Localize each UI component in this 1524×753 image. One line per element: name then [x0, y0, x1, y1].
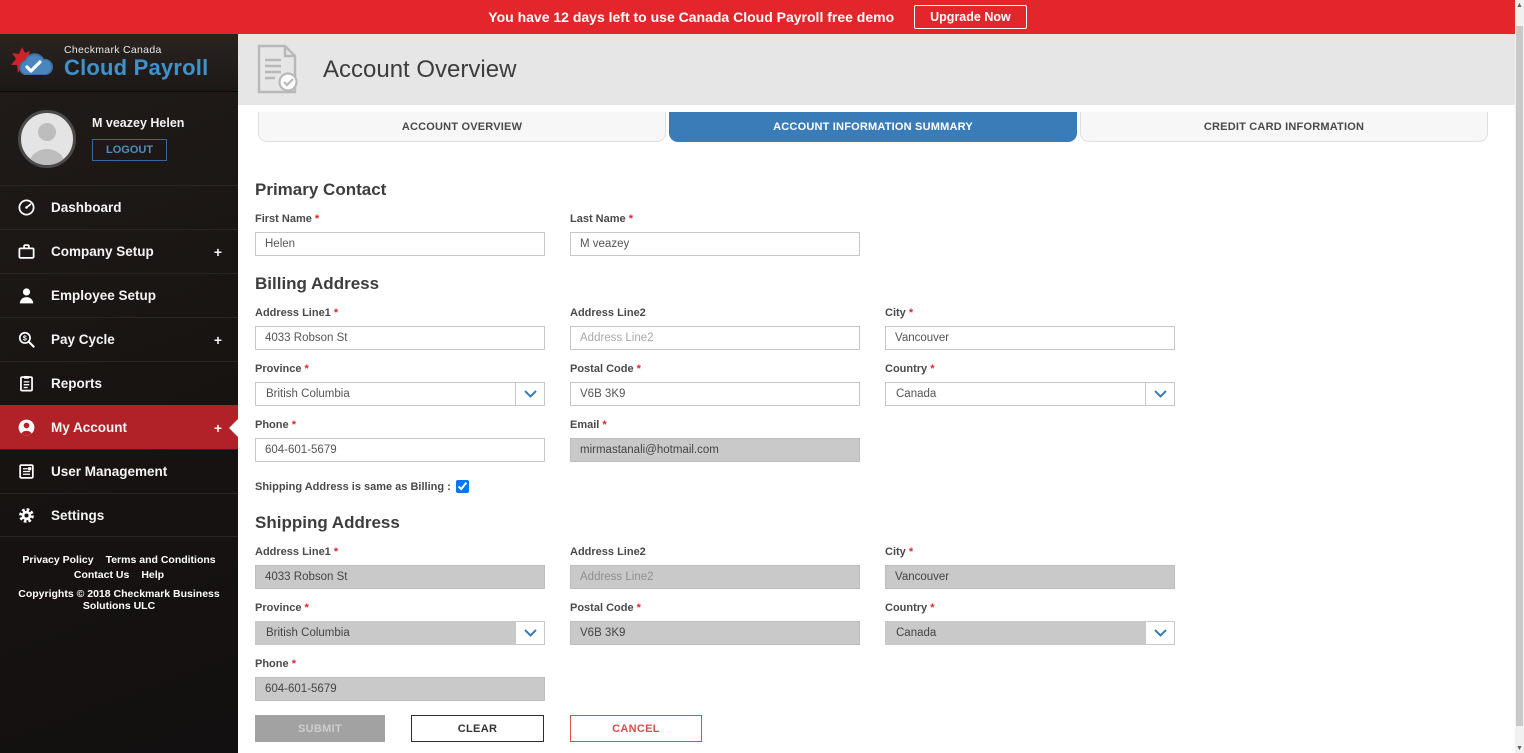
brand-line2: Cloud Payroll: [64, 55, 209, 81]
billing-address2-input[interactable]: [570, 326, 860, 350]
shipping-address2-input: [570, 565, 860, 589]
sidebar-item-user-management[interactable]: User Management: [0, 449, 238, 493]
sidebar-item-settings[interactable]: Settings: [0, 493, 238, 537]
account-form: Primary Contact First Name * Last Name *…: [238, 180, 1515, 742]
billing-city-input[interactable]: [885, 326, 1175, 350]
tab-credit-card-information[interactable]: CREDIT CARD INFORMATION: [1080, 112, 1488, 142]
tab-account-overview[interactable]: ACCOUNT OVERVIEW: [258, 112, 666, 142]
billing-province-select[interactable]: British Columbia: [255, 382, 545, 406]
billing-address-heading: Billing Address: [255, 274, 380, 293]
sidebar: Checkmark Canada Cloud Payroll M veazey …: [0, 34, 238, 753]
sidebar-item-employee-setup[interactable]: Employee Setup: [0, 273, 238, 317]
billing-email-field: Email *: [570, 419, 860, 462]
chevron-down-icon: [515, 622, 544, 644]
billing-phone-input[interactable]: [255, 438, 545, 462]
chevron-down-icon: [1145, 622, 1174, 644]
shipping-address-heading: Shipping Address: [255, 513, 400, 532]
shipping-city-field: City *: [885, 546, 1175, 589]
upgrade-now-button[interactable]: Upgrade Now: [914, 5, 1027, 29]
same-as-billing-checkbox[interactable]: [455, 480, 469, 493]
billing-postal-code-field: Postal Code *: [570, 363, 860, 406]
last-name-input[interactable]: [570, 232, 860, 256]
vertical-scrollbar[interactable]: ▲ ▼: [1515, 0, 1524, 753]
shipping-postal-code-field: Postal Code *: [570, 602, 860, 645]
trial-banner: You have 12 days left to use Canada Clou…: [0, 0, 1515, 34]
svg-text:$: $: [22, 335, 26, 343]
billing-country-select[interactable]: Canada: [885, 382, 1175, 406]
user-list-icon: [16, 462, 36, 482]
gear-icon: [16, 505, 36, 525]
submit-button[interactable]: SUBMIT: [255, 715, 385, 742]
briefcase-icon: [16, 242, 36, 262]
scrollbar-thumb[interactable]: [1516, 26, 1523, 726]
tab-bar: ACCOUNT OVERVIEW ACCOUNT INFORMATION SUM…: [258, 112, 1488, 142]
billing-address1-input[interactable]: [255, 326, 545, 350]
brand-logo: Checkmark Canada Cloud Payroll: [0, 34, 238, 92]
sidebar-item-my-account[interactable]: My Account +: [0, 405, 238, 449]
first-name-field: First Name *: [255, 213, 545, 256]
chevron-down-icon[interactable]: [515, 383, 544, 405]
shipping-phone-input: [255, 677, 545, 701]
shipping-province-field: Province * British Columbia: [255, 602, 545, 645]
first-name-input[interactable]: [255, 232, 545, 256]
billing-city-field: City *: [885, 307, 1175, 350]
help-link[interactable]: Help: [141, 569, 164, 581]
expand-plus-icon[interactable]: +: [214, 332, 222, 348]
shipping-country-select: Canada: [885, 621, 1175, 645]
tab-account-information-summary[interactable]: ACCOUNT INFORMATION SUMMARY: [669, 112, 1077, 142]
main-content: Account Overview ACCOUNT OVERVIEW ACCOUN…: [238, 34, 1515, 753]
sidebar-item-reports[interactable]: Reports: [0, 361, 238, 405]
billing-phone-field: Phone *: [255, 419, 545, 462]
shipping-phone-field: Phone *: [255, 658, 545, 701]
scrollbar-up-arrow-icon[interactable]: ▲: [1515, 0, 1524, 10]
page-title: Account Overview: [323, 55, 517, 83]
pay-search-icon: $: [16, 330, 36, 350]
active-item-notch: [229, 418, 238, 437]
sidebar-nav: Dashboard Company Setup + Employee Setup…: [0, 185, 238, 537]
contact-us-link[interactable]: Contact Us: [74, 569, 129, 581]
scrollbar-down-arrow-icon[interactable]: ▼: [1515, 743, 1524, 753]
expand-plus-icon[interactable]: +: [214, 420, 222, 436]
account-document-icon: [255, 44, 301, 96]
billing-province-field: Province * British Columbia: [255, 363, 545, 406]
terms-link[interactable]: Terms and Conditions: [106, 554, 216, 566]
billing-email-input: [570, 438, 860, 462]
sidebar-item-dashboard[interactable]: Dashboard: [0, 185, 238, 229]
sidebar-footer: Privacy Policy Terms and Conditions Cont…: [0, 554, 238, 612]
shipping-city-input: [885, 565, 1175, 589]
shipping-postal-code-input: [570, 621, 860, 645]
user-name: M veazey Helen: [92, 116, 185, 130]
cancel-button[interactable]: CANCEL: [570, 715, 702, 742]
privacy-policy-link[interactable]: Privacy Policy: [22, 554, 93, 566]
billing-address2-field: Address Line2: [570, 307, 860, 350]
primary-contact-heading: Primary Contact: [255, 180, 387, 199]
person-icon: [16, 286, 36, 306]
copyright-text: Copyrights © 2018 Checkmark Business Sol…: [18, 588, 220, 612]
trial-message: You have 12 days left to use Canada Clou…: [488, 9, 895, 25]
sidebar-item-pay-cycle[interactable]: $ Pay Cycle +: [0, 317, 238, 361]
expand-plus-icon[interactable]: +: [214, 244, 222, 260]
avatar: [18, 109, 76, 168]
shipping-country-field: Country * Canada: [885, 602, 1175, 645]
logout-button[interactable]: LOGOUT: [92, 139, 168, 161]
billing-postal-code-input[interactable]: [570, 382, 860, 406]
clear-button[interactable]: CLEAR: [411, 715, 544, 742]
page-header: Account Overview: [238, 34, 1515, 105]
billing-country-field: Country * Canada: [885, 363, 1175, 406]
chevron-down-icon[interactable]: [1145, 383, 1174, 405]
shipping-address1-field: Address Line1 *: [255, 546, 545, 589]
cloud-payroll-logo-icon: [8, 41, 62, 85]
shipping-province-select: British Columbia: [255, 621, 545, 645]
billing-address1-field: Address Line1 *: [255, 307, 545, 350]
form-actions: SUBMIT CLEAR CANCEL: [255, 715, 1498, 742]
user-panel: M veazey Helen LOGOUT: [0, 92, 238, 185]
dashboard-icon: [16, 198, 36, 218]
last-name-field: Last Name *: [570, 213, 860, 256]
same-as-billing-row: Shipping Address is same as Billing :: [255, 480, 1498, 493]
clipboard-icon: [16, 374, 36, 394]
sidebar-item-company-setup[interactable]: Company Setup +: [0, 229, 238, 273]
shipping-address1-input: [255, 565, 545, 589]
shipping-address2-field: Address Line2: [570, 546, 860, 589]
account-person-circle-icon: [16, 418, 36, 438]
